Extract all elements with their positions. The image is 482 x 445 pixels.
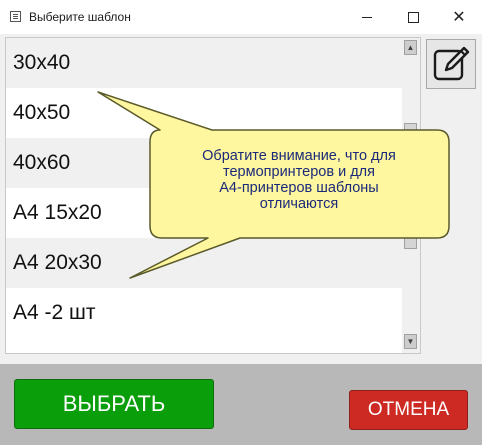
arrow-down-icon: ▼: [406, 337, 415, 346]
close-button[interactable]: ✕: [436, 0, 482, 34]
close-icon: ✕: [452, 7, 466, 26]
list-item-label: A4 20x30: [13, 251, 102, 274]
list-item-label: A4 15x20: [13, 201, 102, 224]
edit-template-button[interactable]: [426, 39, 476, 89]
minimize-button[interactable]: [344, 0, 390, 34]
template-chooser-window: Выберите шаблон ✕ 30x40 40x50 40x60 A4 1…: [0, 0, 482, 445]
scroll-up-button[interactable]: ▲: [404, 40, 417, 55]
arrow-up-icon: ▲: [406, 43, 415, 52]
list-item-label: 30x40: [13, 51, 71, 74]
tooltip-line: отличаются: [259, 196, 339, 212]
tooltip-line: термопринтеров и для: [223, 164, 375, 180]
tooltip-line: А4-принтеров шаблоны: [219, 180, 379, 196]
list-item-label: 40x50: [13, 101, 71, 124]
tooltip-text: Обратите внимание, что для термопринтеро…: [151, 148, 447, 212]
maximize-button[interactable]: [390, 0, 436, 34]
select-button[interactable]: ВЫБРАТЬ: [14, 379, 214, 429]
title-bar[interactable]: Выберите шаблон ✕: [0, 0, 482, 34]
list-item-a4-20x30[interactable]: A4 20x30: [6, 238, 402, 288]
list-item-label: A4 -2 шт: [13, 301, 96, 324]
maximize-icon: [407, 11, 419, 23]
minimize-icon: [362, 16, 372, 18]
tooltip-line: Обратите внимание, что для: [202, 148, 396, 164]
list-item-label: 40x60: [13, 151, 71, 174]
list-item-40x50[interactable]: 40x50: [6, 88, 402, 138]
list-item-a4-2pcs[interactable]: A4 -2 шт: [6, 288, 402, 338]
app-icon: [10, 11, 21, 22]
cancel-button[interactable]: ОТМЕНА: [349, 390, 468, 430]
window-title: Выберите шаблон: [29, 10, 131, 24]
scroll-down-button[interactable]: ▼: [404, 334, 417, 349]
list-item-30x40[interactable]: 30x40: [6, 38, 402, 88]
pencil-edit-icon: [433, 46, 470, 81]
